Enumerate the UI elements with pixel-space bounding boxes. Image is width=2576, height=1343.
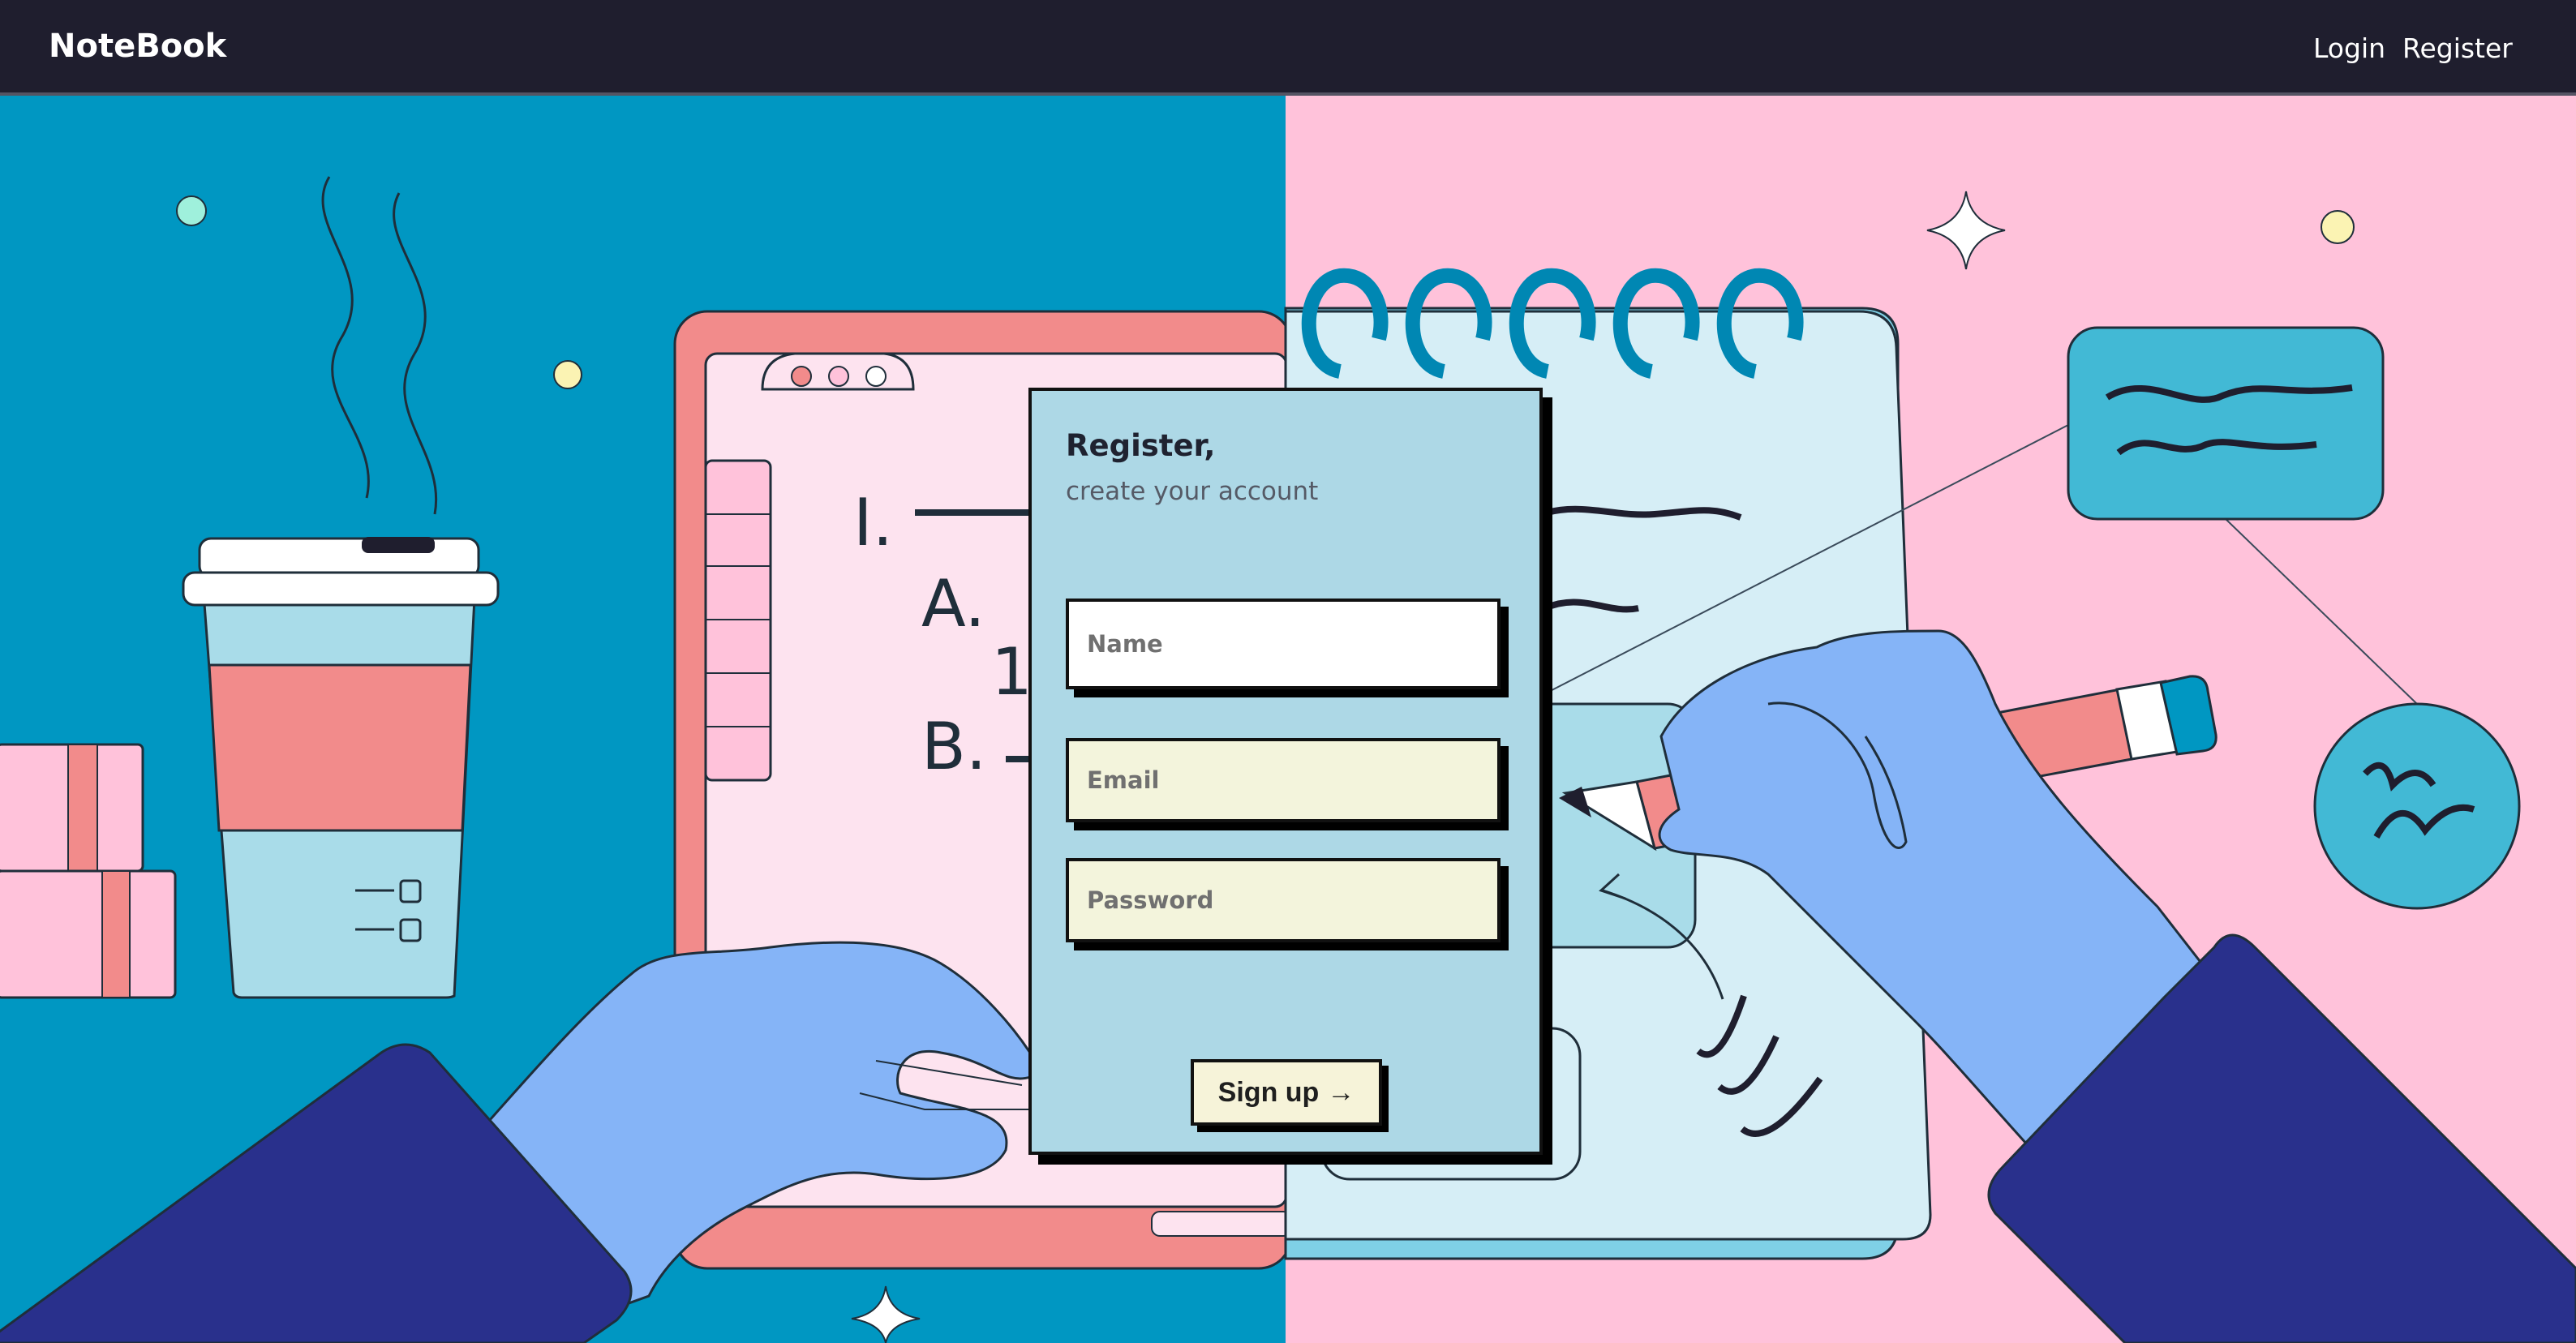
dot-cream-right (2321, 210, 2355, 244)
dot-mint (176, 195, 207, 226)
nav-login-link[interactable]: Login (2313, 32, 2385, 64)
nav-register-link[interactable]: Register (2402, 32, 2513, 64)
name-input[interactable] (1066, 599, 1501, 689)
navbar: NoteBook Login Register (0, 0, 2576, 96)
email-input[interactable] (1066, 738, 1501, 822)
dot-cream-left (553, 360, 582, 389)
form-subtitle: create your account (1066, 477, 1319, 506)
arrow-right-icon: → (1327, 1076, 1355, 1108)
form-title: Register, (1066, 428, 1216, 463)
sign-up-button[interactable]: Sign up → (1191, 1059, 1382, 1126)
coffee-cup-icon (182, 537, 500, 999)
sign-up-label: Sign up (1217, 1076, 1320, 1108)
svg-text:I.: I. (853, 485, 893, 560)
svg-text:A.: A. (921, 566, 985, 641)
register-card: Register, create your account Sign up → (1028, 388, 1543, 1155)
password-input[interactable] (1066, 858, 1501, 942)
brand-logo[interactable]: NoteBook (49, 28, 226, 65)
svg-text:B.: B. (921, 709, 986, 784)
